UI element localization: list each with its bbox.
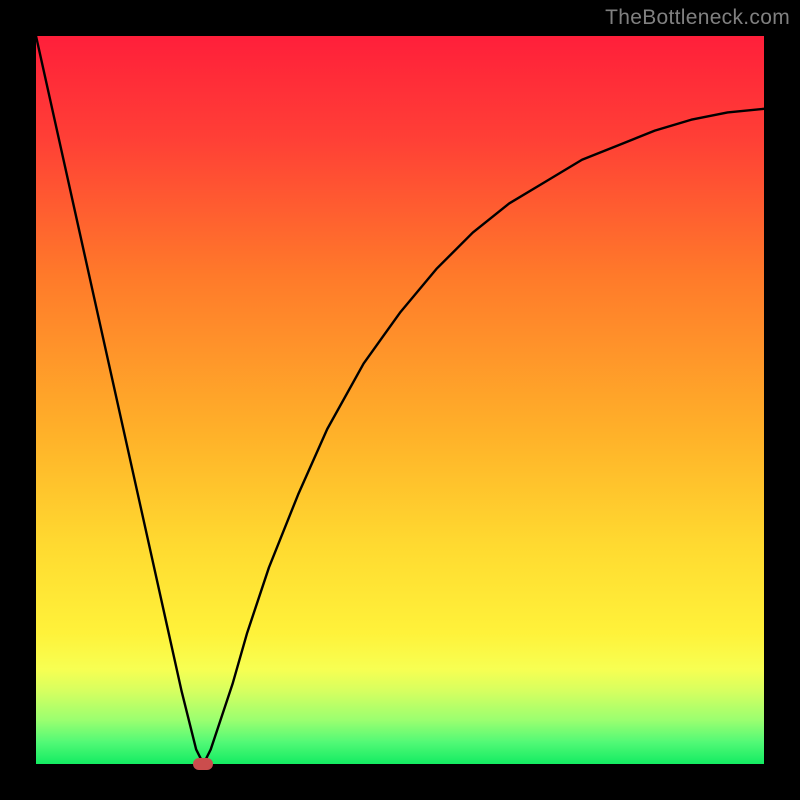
watermark-text: TheBottleneck.com: [605, 6, 790, 30]
bottleneck-curve: [36, 36, 764, 764]
plot-area: [36, 36, 764, 764]
chart-frame: TheBottleneck.com: [0, 0, 800, 800]
optimal-point-marker: [193, 758, 213, 770]
curve-path: [36, 36, 764, 764]
